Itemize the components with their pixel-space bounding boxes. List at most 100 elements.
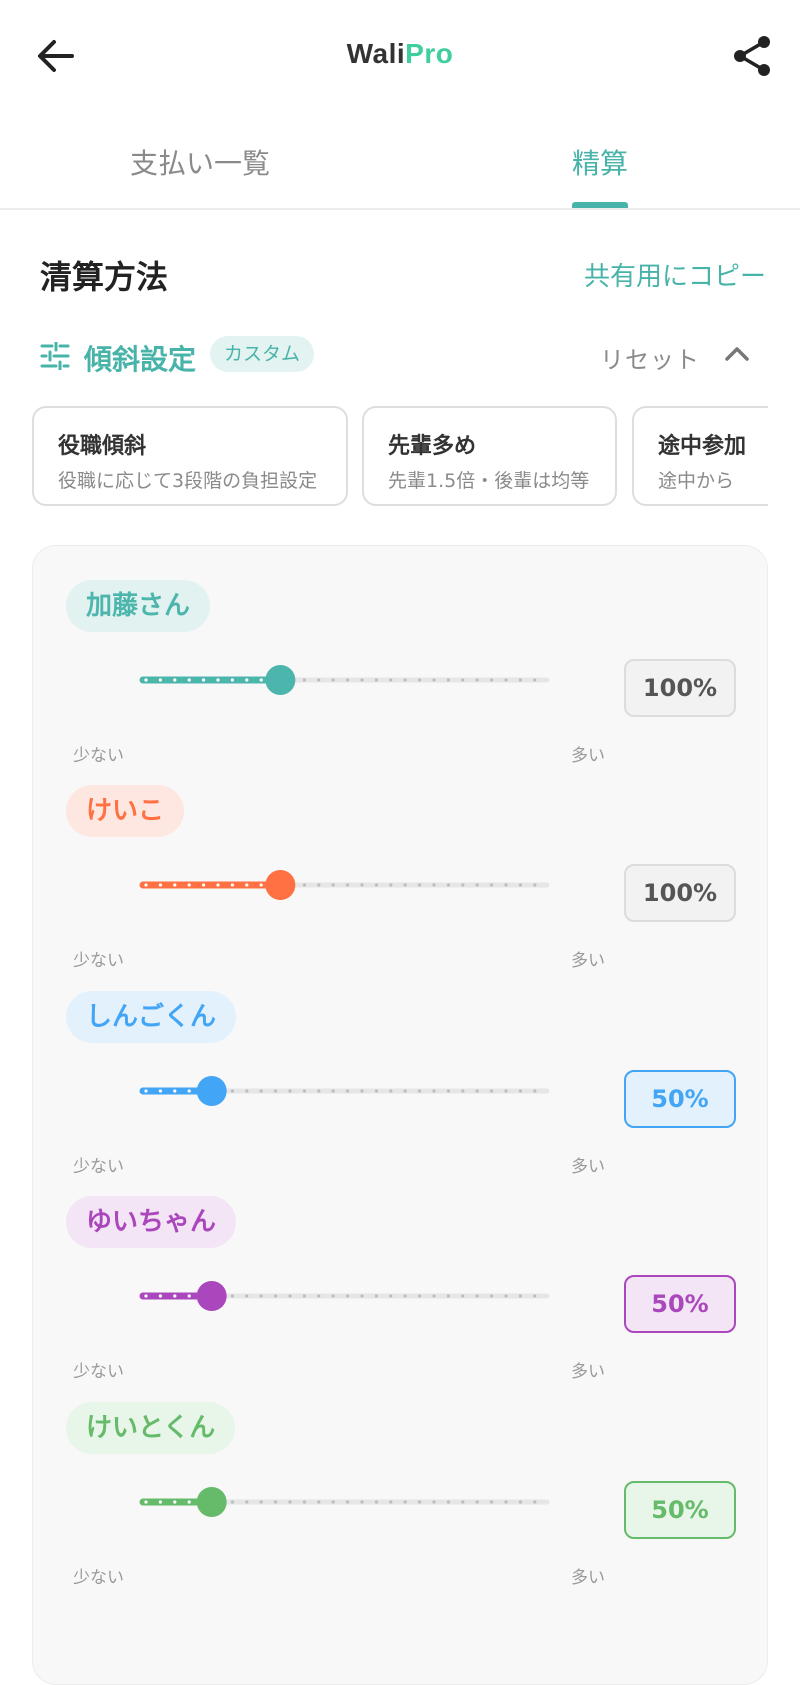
slider-tick (432, 1294, 436, 1298)
slider-tick (245, 1294, 249, 1298)
slider-tick (259, 1089, 263, 1093)
slider-tick (317, 1500, 321, 1504)
slider-tick (461, 1089, 465, 1093)
member-name-chip: けいとくん (66, 1402, 236, 1454)
percent-box[interactable]: 50% (624, 1275, 736, 1333)
slider-tick (475, 1089, 479, 1093)
slider-tick (374, 1089, 378, 1093)
slider-tick (158, 1294, 162, 1298)
preset-card-senior[interactable]: 先輩多め 先輩1.5倍・後輩は均等 (362, 406, 617, 506)
slider-tick (230, 883, 234, 887)
slider-tick (374, 678, 378, 682)
slider-track[interactable] (113, 1480, 573, 1520)
slider-track[interactable] (113, 1069, 573, 1109)
weight-slider[interactable] (113, 1274, 573, 1314)
app-bar: WaliPro (0, 0, 800, 110)
weight-slider[interactable] (113, 1480, 573, 1520)
slider-tick (533, 883, 537, 887)
slider-tick (518, 1500, 522, 1504)
slider-tick (504, 678, 508, 682)
slider-high-label: 多い (571, 1568, 605, 1588)
percent-box[interactable]: 100% (624, 659, 736, 717)
slider-tick (158, 1089, 162, 1093)
slider-tick (346, 1294, 350, 1298)
slider-tick (389, 1089, 393, 1093)
slider-tick (274, 1500, 278, 1504)
copy-for-sharing-button[interactable]: 共有用にコピー (584, 256, 766, 293)
slider-tick (302, 1089, 306, 1093)
slider-thumb (265, 665, 296, 695)
slider-tick (187, 1089, 191, 1093)
slider-tick (518, 1294, 522, 1298)
member-row: 加藤さん 100% 少ない 多い (33, 546, 769, 766)
slider-tick (245, 883, 249, 887)
slider-tick (446, 1089, 450, 1093)
slider-tick (504, 1294, 508, 1298)
slider-tick (259, 1294, 263, 1298)
preset-carousel[interactable]: 役職傾斜 役職に応じて3段階の負担設定 先輩多め 先輩1.5倍・後輩は均等 途中… (32, 406, 768, 512)
percent-box[interactable]: 100% (624, 864, 736, 922)
slider-tick (288, 1089, 292, 1093)
slider-tick (187, 1294, 191, 1298)
slider-track[interactable] (113, 863, 573, 903)
preset-title: 先輩多め (388, 434, 477, 459)
slider-tick (158, 883, 162, 887)
slider-tick (302, 883, 306, 887)
reset-button[interactable]: リセット (600, 340, 700, 375)
slider-track[interactable] (113, 658, 573, 698)
slider-tick (230, 1089, 234, 1093)
slider-tick (533, 1294, 537, 1298)
slider-tick (418, 678, 422, 682)
percent-box[interactable]: 50% (624, 1070, 736, 1128)
slider-tick (230, 1294, 234, 1298)
slider-tick (144, 883, 148, 887)
slider-tick (490, 1500, 494, 1504)
slider-thumb (196, 1076, 227, 1106)
slider-tick (461, 1294, 465, 1298)
tab-settlement[interactable]: 精算 (572, 142, 628, 182)
slider-low-label: 少ない (73, 1568, 124, 1588)
preset-card-midway[interactable]: 途中参加 途中から (632, 406, 768, 506)
share-icon (734, 36, 770, 76)
slider-tick (374, 883, 378, 887)
slider-tick (302, 1500, 306, 1504)
preset-card-role[interactable]: 役職傾斜 役職に応じて3段階の負担設定 (32, 406, 348, 506)
member-row: けいこ 100% 少ない 多い (33, 751, 769, 971)
slider-tick (461, 883, 465, 887)
share-button[interactable] (730, 34, 774, 78)
slider-tick (518, 678, 522, 682)
section-title: 清算方法 (40, 258, 169, 296)
percent-box[interactable]: 50% (624, 1481, 736, 1539)
slider-tick (490, 1089, 494, 1093)
slider-tick (173, 678, 177, 682)
slider-tick (389, 1294, 393, 1298)
weight-slider[interactable] (113, 863, 573, 903)
slider-tick (389, 883, 393, 887)
slider-tick (331, 1500, 335, 1504)
weight-slider[interactable] (113, 1069, 573, 1109)
slider-tick (317, 1294, 321, 1298)
tab-payments[interactable]: 支払い一覧 (130, 142, 270, 182)
slider-tick (230, 1500, 234, 1504)
slider-tick (432, 1089, 436, 1093)
preset-title: 役職傾斜 (58, 434, 147, 459)
slider-tick (259, 1500, 263, 1504)
weight-slider[interactable] (113, 658, 573, 698)
slider-tick (158, 678, 162, 682)
active-tab-indicator (572, 202, 628, 208)
slider-tick (403, 1089, 407, 1093)
slider-tick (418, 883, 422, 887)
slider-tick (173, 1500, 177, 1504)
slider-tick (346, 678, 350, 682)
slider-tick (461, 1500, 465, 1504)
slider-tick (331, 1294, 335, 1298)
chevron-up-icon[interactable] (720, 338, 754, 368)
slider-track[interactable] (113, 1274, 573, 1314)
slider-tick (403, 678, 407, 682)
member-name-chip: しんごくん (66, 991, 237, 1043)
slider-tick (274, 1089, 278, 1093)
slider-tick (360, 1294, 364, 1298)
slider-tick (216, 883, 220, 887)
slider-tick (475, 1294, 479, 1298)
slider-tick (317, 883, 321, 887)
